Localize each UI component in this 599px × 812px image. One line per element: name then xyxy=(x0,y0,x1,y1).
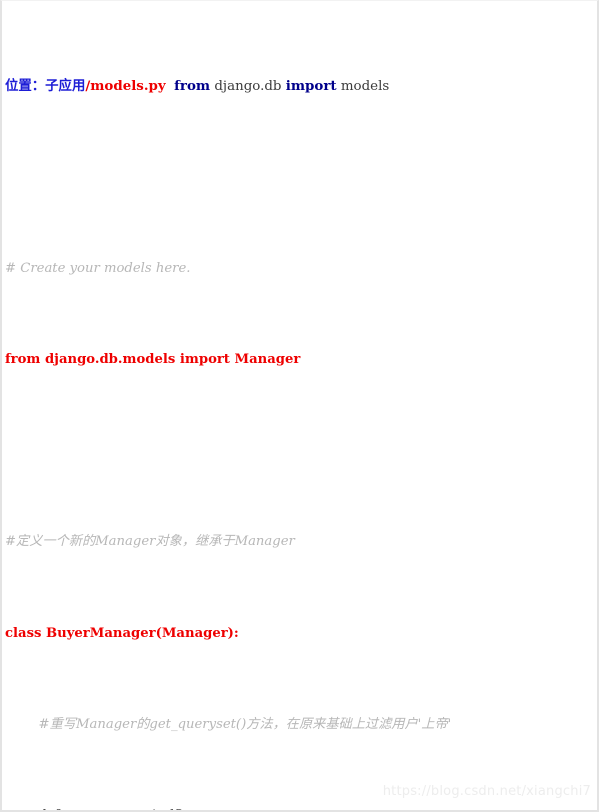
header-keyword-from: from xyxy=(174,78,211,95)
def-statement: def get_queryset(self): xyxy=(39,808,189,810)
header-location-label: 位置：子应用 xyxy=(5,78,86,95)
code-line-comment-define-manager: #定义一个新的Manager对象，继承于Manager xyxy=(5,531,597,554)
header-module: django.db xyxy=(214,79,282,95)
header-file-path: /models.py xyxy=(85,78,166,95)
code-screenshot-page: 位置：子应用/models.py from django.db import m… xyxy=(0,0,599,812)
code-line-class-buyermanager: class BuyerManager(Manager): xyxy=(5,623,597,646)
comment-text: # Create your models here. xyxy=(5,260,191,276)
header-import-name: models xyxy=(340,79,390,95)
code-line-import-manager: from django.db.models import Manager xyxy=(5,349,597,372)
header-keyword-import: import xyxy=(285,78,337,95)
import-statement: from django.db.models import Manager xyxy=(5,351,301,367)
code-listing: 位置：子应用/models.py from django.db import m… xyxy=(2,1,597,810)
code-line-header: 位置：子应用/models.py from django.db import m… xyxy=(5,75,597,98)
header-space-1 xyxy=(166,79,175,94)
comment-text: #重写Manager的get_queryset()方法，在原来基础上过滤用户'上… xyxy=(38,716,452,732)
code-line-def-get-queryset: def get_queryset(self): xyxy=(5,805,597,810)
code-line-comment-create-models: # Create your models here. xyxy=(5,258,597,281)
class-declaration: class BuyerManager(Manager): xyxy=(5,625,239,641)
comment-text: #定义一个新的Manager对象，继承于Manager xyxy=(5,534,295,550)
code-line-comment-override-queryset: #重写Manager的get_queryset()方法，在原来基础上过滤用户'上… xyxy=(5,714,597,737)
